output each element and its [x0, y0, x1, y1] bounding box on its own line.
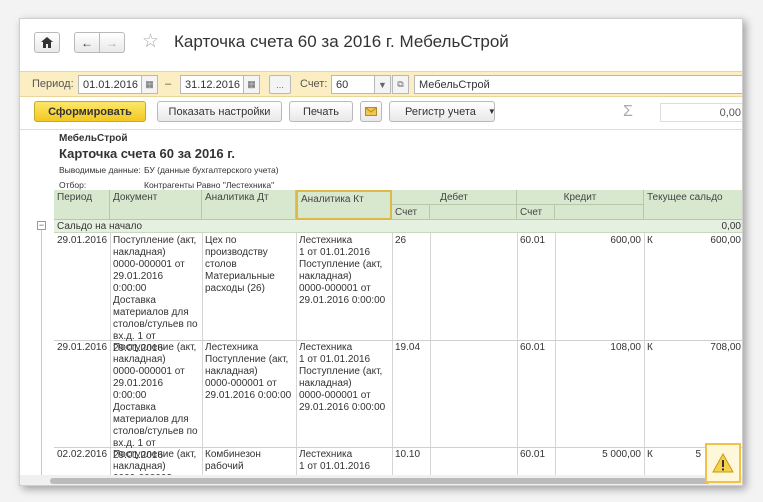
organization-field[interactable]: МебельСтрой	[414, 75, 742, 94]
row2-analytic-kt: Лестехника 1 от 01.01.2016 Поступление (…	[299, 342, 386, 413]
generate-button[interactable]: Сформировать	[34, 101, 146, 122]
row2-credit-account: 60.01	[520, 342, 546, 353]
window-title: Карточка счета 60 за 2016 г. МебельСтрой	[174, 32, 509, 51]
grid-line	[392, 233, 393, 477]
header-debit-amount	[430, 205, 517, 220]
row3-analytic-dt: Комбинезон рабочий	[205, 449, 261, 472]
date-to-field[interactable]: 31.12.2016	[180, 75, 244, 94]
calendar-icon[interactable]: ▦	[141, 75, 158, 94]
favorite-star-icon[interactable]: ☆	[142, 30, 159, 53]
header-analytic-dt: Аналитика Дт	[202, 190, 296, 220]
forward-button[interactable]: →	[99, 32, 125, 53]
header-balance: Текущее сальдо	[644, 190, 742, 220]
collapse-group-icon[interactable]: −	[37, 221, 46, 230]
row1-debit-amount	[430, 234, 517, 236]
report-toolbar: Сформировать Показать настройки Печать Р…	[20, 99, 742, 125]
open-account-icon[interactable]: ⧉	[392, 75, 409, 94]
row2-balance-side: К	[647, 342, 653, 353]
row3-document[interactable]: Поступление (акт, накладная) 0000-000002…	[110, 448, 202, 477]
row1-credit-account: 60.01	[520, 235, 546, 246]
opening-balance-value: 0,00	[721, 221, 741, 232]
warning-icon	[712, 453, 734, 473]
scrollbar-thumb[interactable]	[50, 478, 710, 484]
report-title: Карточка счета 60 за 2016 г.	[59, 146, 235, 161]
header-document: Документ	[110, 190, 202, 220]
row1-balance-side: К	[647, 235, 653, 246]
account-field[interactable]: 60	[331, 75, 375, 94]
row1-analytic-kt: Лестехника 1 от 01.01.2016 Поступление (…	[299, 235, 386, 306]
period-label: Период:	[32, 78, 74, 90]
filter-label: Отбор:	[59, 180, 87, 190]
report-parameters-bar: Период: 01.01.2016 ▦ – 31.12.2016 ▦ ... …	[20, 71, 742, 97]
header-credit-amount	[555, 205, 644, 220]
row3-balance-side: К	[647, 449, 653, 460]
home-button[interactable]	[34, 32, 60, 53]
row2-credit-amount: 108,00	[610, 342, 641, 353]
period-select-button[interactable]: ...	[269, 75, 291, 94]
report-organization: МебельСтрой	[59, 133, 128, 144]
arrow-right-icon: →	[106, 35, 118, 50]
header-credit: Кредит	[517, 190, 644, 205]
row2-debit-account: 19.04	[395, 342, 421, 353]
row1-debit-account: 26	[395, 235, 407, 246]
dropdown-arrow-icon: ▼	[487, 107, 496, 116]
row1-analytic-dt: Цех по производству столов Материальные …	[205, 235, 275, 294]
date-from-field[interactable]: 01.01.2016	[78, 75, 142, 94]
envelope-icon	[365, 107, 377, 116]
warning-button[interactable]	[705, 443, 741, 483]
calendar-icon[interactable]: ▦	[243, 75, 260, 94]
grid-line	[430, 233, 431, 477]
row2-document[interactable]: Поступление (акт, накладная) 0000-000001…	[110, 341, 202, 463]
row2-analytic-dt: Лестехника Поступление (акт, накладная) …	[205, 342, 292, 401]
account-dropdown-icon[interactable]: ▼	[374, 75, 391, 94]
row3-credit-amount: 5 000,00	[602, 449, 641, 460]
period-dash: –	[165, 78, 172, 90]
row1-document[interactable]: Поступление (акт, накладная) 0000-000001…	[110, 234, 202, 356]
back-button[interactable]: ←	[74, 32, 100, 53]
row1-credit-amount: 600,00	[610, 235, 641, 246]
grid-line	[555, 233, 556, 477]
header-debit-account: Счет	[392, 205, 430, 220]
row3-credit-account: 60.01	[520, 449, 546, 460]
email-button[interactable]	[360, 101, 382, 122]
report-spreadsheet[interactable]: МебельСтрой Карточка счета 60 за 2016 г.…	[20, 129, 742, 477]
row2-period: 29.01.2016	[57, 342, 108, 353]
row2-balance: 708,00	[710, 342, 741, 353]
show-settings-button[interactable]: Показать настройки	[157, 101, 282, 122]
output-data-value: БУ (данные бухгалтерского учета)	[144, 165, 279, 175]
home-icon	[41, 37, 53, 48]
print-button[interactable]: Печать	[289, 101, 353, 122]
row3-debit-amount	[430, 448, 517, 450]
opening-balance-label: Сальдо на начало	[57, 221, 143, 232]
row3-balance: 5	[695, 449, 701, 460]
grid-line	[517, 233, 518, 477]
header-credit-account: Счет	[517, 205, 555, 220]
arrow-left-icon: ←	[81, 35, 93, 50]
filter-value: Контрагенты Равно "Лестехника"	[144, 180, 275, 190]
report-window: ← → ☆ Карточка счета 60 за 2016 г. Мебел…	[19, 18, 743, 486]
sigma-icon: Σ	[623, 103, 633, 120]
title-bar: ← → ☆ Карточка счета 60 за 2016 г. Мебел…	[20, 19, 742, 65]
header-period: Период	[54, 190, 110, 220]
row3-analytic-kt: Лестехника 1 от 01.01.2016	[299, 449, 371, 472]
output-data-label: Выводимые данные:	[59, 165, 141, 175]
selection-total: 0,00	[660, 103, 742, 122]
row3-debit-account: 10.10	[395, 449, 421, 460]
header-debit: Дебет	[392, 190, 517, 205]
header-analytic-kt[interactable]: Аналитика Кт	[296, 190, 392, 220]
grid-line	[644, 233, 645, 477]
opening-balance-row	[54, 220, 742, 233]
group-outline-line	[41, 230, 42, 477]
accounting-register-button[interactable]: Регистр учета ▼	[389, 101, 496, 122]
row1-period: 29.01.2016	[57, 235, 108, 246]
row1-balance: 600,00	[710, 235, 741, 246]
row2-debit-amount	[430, 341, 517, 343]
account-label: Счет:	[300, 78, 328, 90]
row3-period: 02.02.2016	[57, 449, 108, 460]
